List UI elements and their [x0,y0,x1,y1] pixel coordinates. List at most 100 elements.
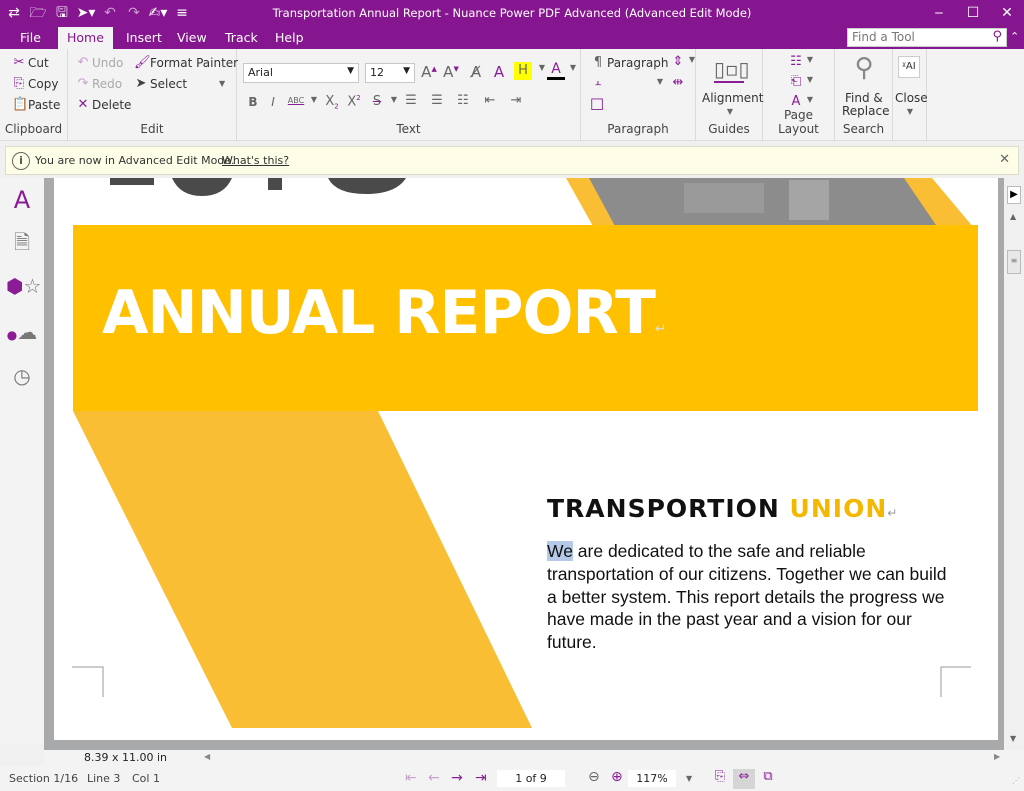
align-bottom-icon[interactable]: ⫠ [589,75,607,89]
close-dropdown-icon[interactable]: ▼ [901,107,919,116]
paragraph-button[interactable]: ¶ Paragraph [591,55,669,70]
zoom-out-icon[interactable]: ⊖ [588,769,600,785]
select-button[interactable]: ➤ Select ▼ [134,76,226,91]
scroll-left-icon[interactable]: ◀ [204,752,210,761]
resize-grip-icon[interactable]: ⋰ [1012,776,1020,785]
find-replace-button[interactable]: Find & [845,91,883,105]
intro-paragraph[interactable]: We are dedicated to the safe and reliabl… [547,540,947,654]
cloud-icon[interactable]: ●☁ [6,320,38,350]
whats-this-link[interactable]: What's this? [222,154,289,167]
font-color-button[interactable]: A [547,61,565,80]
search-icon[interactable]: ⚲ [992,29,1002,44]
tab-file[interactable]: File [11,27,50,49]
history-icon[interactable]: ◷ [6,364,38,394]
close-button[interactable]: ✕ [990,0,1024,27]
border-box-icon[interactable]: ☐ [588,95,606,114]
copy-button[interactable]: ⎘ Copy [12,76,59,91]
close-edit-button[interactable]: Close [895,91,928,105]
tab-home[interactable]: Home [58,27,113,49]
font-color-dropdown-icon[interactable]: ▼ [564,63,582,72]
format-painter-button[interactable]: 🖌 Format Painter [134,55,238,70]
multilevel-list-icon[interactable]: ☷ [454,93,472,108]
crop-mark-left [72,666,104,697]
paragraph-spacing-icon[interactable]: ⇹ [669,75,687,90]
scroll-right-icon[interactable]: ▶ [994,752,1000,761]
delete-button[interactable]: ✕ Delete [76,97,132,112]
zoom-level-input[interactable]: 117% [628,770,676,787]
orientation-dropdown-icon[interactable]: ▼ [801,75,819,84]
bold-icon[interactable]: B [244,95,262,109]
minimize-button[interactable]: ‒ [922,0,956,27]
last-page-icon[interactable]: ⇥ [475,770,487,786]
numbered-list-icon[interactable]: ☰ [428,93,446,108]
page-size-readout: 8.39 x 11.00 in [84,751,168,764]
report-title[interactable]: ANNUAL REPORT↵ [102,278,667,348]
undo-button[interactable]: ↶ Undo [76,55,124,70]
close-icon[interactable]: ✕ [999,152,1010,167]
selected-text[interactable]: We [547,541,573,561]
increase-indent-icon[interactable]: ⇥ [507,93,525,108]
superscript-icon[interactable]: X2 [345,94,363,109]
close-edit-mode-icon[interactable]: ᵡAI [898,56,920,78]
stamps-icon[interactable]: ⬢☆ [6,274,41,304]
text-direction-dropdown-icon[interactable]: ▼ [801,95,819,104]
paragraph-group-label: Paragraph [607,122,669,136]
grow-font-icon[interactable]: A▲ [420,63,438,81]
magnifier-icon[interactable]: ⚲ [849,53,879,83]
decrease-indent-icon[interactable]: ⇤ [481,93,499,108]
tab-view[interactable]: View [168,27,216,49]
find-tool-input[interactable]: Find a Tool ⚲ [847,28,1007,47]
text-tool-icon[interactable]: A [6,186,38,216]
redo-button[interactable]: ↷ Redo [76,76,123,91]
scroll-thumb[interactable]: ≡ [1007,250,1021,274]
strikethrough-icon[interactable]: S [368,94,386,109]
pdf-page[interactable]: ANNUAL REPORT↵ TRANSPORTION UNION↵ We ar… [54,178,998,740]
select-dropdown-icon[interactable]: ▼ [219,79,225,88]
underline-icon[interactable]: ABC [287,96,305,105]
font-size-select[interactable]: 12 ▼ [365,63,415,83]
subscript-icon[interactable]: X2 [323,94,341,111]
strikethrough-dropdown-icon[interactable]: ▼ [385,95,403,104]
highlight-button[interactable]: H [514,62,532,80]
scroll-up-icon[interactable]: ▲ [1010,212,1016,221]
tab-help[interactable]: Help [266,27,313,49]
zoom-dropdown-icon[interactable]: ▼ [686,774,692,783]
scroll-down-icon[interactable]: ▼ [1010,734,1016,743]
alignment-dropdown-icon[interactable]: ▼ [721,107,739,116]
document-viewport[interactable]: ANNUAL REPORT↵ TRANSPORTION UNION↵ We ar… [44,178,1004,750]
find-replace-button-line2[interactable]: Replace [842,104,889,118]
chevron-down-icon: ▼ [403,66,410,76]
page-number-input[interactable]: 1 of 9 [497,770,565,787]
maximize-button[interactable]: ☐ [956,0,990,27]
alignment-icon[interactable]: ▯▫▯ [714,57,750,83]
align-dropdown-icon[interactable]: ▼ [651,77,669,86]
horizontal-scrollbar[interactable]: 8.39 x 11.00 in ◀ ▶ [44,750,1024,766]
collapse-ribbon-icon[interactable]: ⌃ [1010,30,1019,43]
org-heading[interactable]: TRANSPORTION UNION↵ [547,494,898,523]
bullet-list-icon[interactable]: ☰ [402,93,420,108]
tab-insert[interactable]: Insert [117,27,171,49]
underline-dropdown-icon[interactable]: ▼ [305,95,323,104]
tab-track[interactable]: Track [216,27,267,49]
columns-dropdown-icon[interactable]: ▼ [801,55,819,64]
vertical-scrollbar[interactable]: ▶ ▲ ≡ ▼ [1004,178,1024,750]
next-page-icon[interactable]: → [451,770,463,786]
shrink-font-icon[interactable]: A▼ [442,63,460,81]
undo-label: Undo [92,55,124,70]
first-page-icon[interactable]: ⇤ [405,770,417,786]
clear-format-icon[interactable]: A̸ [467,63,485,81]
font-family-select[interactable]: Arial ▼ [243,63,359,83]
text-effects-icon[interactable]: A [490,63,508,81]
previous-page-icon[interactable]: ← [428,770,440,786]
cut-button[interactable]: ✂ Cut [12,55,49,70]
paste-button[interactable]: 📋 Paste [12,97,60,112]
single-page-view-icon[interactable]: ⎘ [709,769,731,789]
panel-toggle-icon[interactable]: ▶ [1007,186,1021,204]
multi-window-icon[interactable]: ⧉ [757,769,779,789]
fit-width-icon[interactable]: ⇔ [733,769,755,789]
paste-label: Paste [28,97,61,112]
document-outline-icon[interactable]: 🗎 [6,228,38,258]
alignment-button[interactable]: Alignment [702,91,763,105]
zoom-in-icon[interactable]: ⊕ [611,769,623,785]
italic-icon[interactable]: I [264,95,282,109]
